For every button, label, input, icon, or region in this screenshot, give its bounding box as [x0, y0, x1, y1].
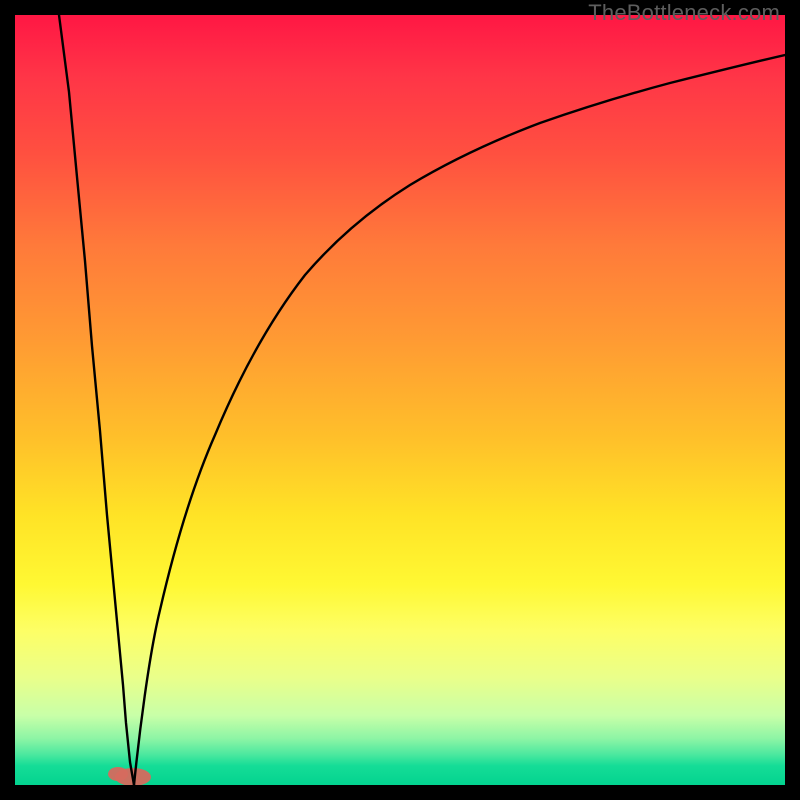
chart-frame: [15, 15, 785, 785]
curve-left-branch: [59, 15, 134, 785]
curve-right-branch: [134, 55, 785, 785]
trough-marker: [108, 767, 151, 785]
chart-curve-layer: [15, 15, 785, 785]
watermark-text: TheBottleneck.com: [588, 0, 780, 26]
